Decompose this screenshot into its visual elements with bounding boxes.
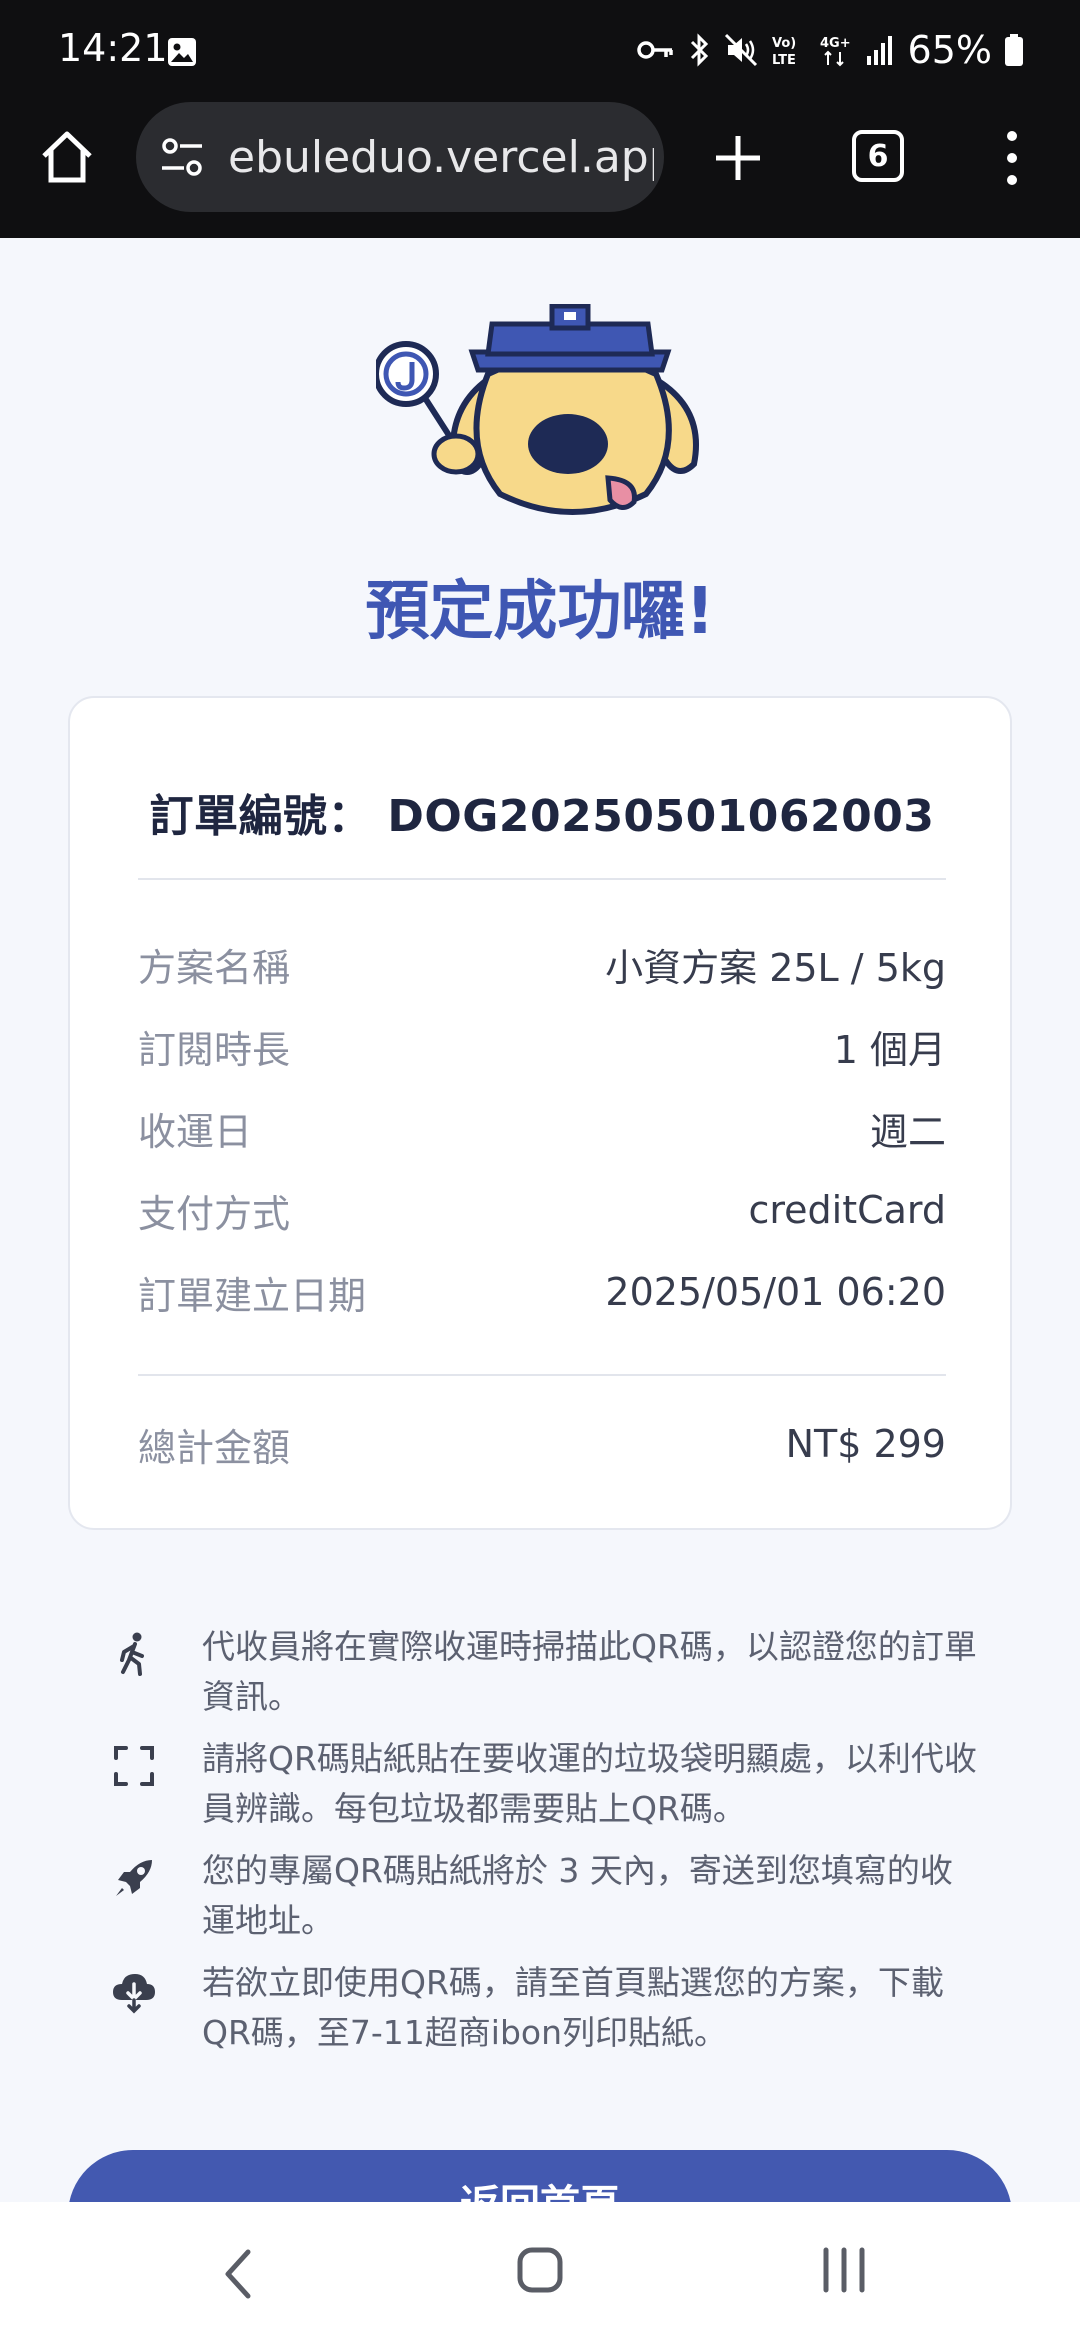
status-time: 14:21 — [58, 26, 168, 70]
detail-label: 收運日 — [138, 1109, 253, 1154]
image-notification-icon — [168, 38, 196, 66]
back-icon[interactable] — [218, 2246, 258, 2302]
order-number-value: DOG20250501062003 — [387, 791, 935, 842]
system-navigation-bar — [0, 2202, 1080, 2340]
info-item: 您的專屬QR碼貼紙將於 3 天內，寄送到您填寫的收運地址。 — [100, 1846, 980, 1946]
scan-frame-icon — [114, 1746, 154, 1786]
detail-value: creditCard — [748, 1188, 946, 1232]
rocket-icon — [116, 1860, 152, 1896]
total-label: 總計金額 — [138, 1425, 291, 1470]
more-menu-icon[interactable] — [1000, 128, 1024, 188]
network-4g-icon: 4G+ — [820, 36, 851, 67]
dog-mascot-logo — [376, 304, 699, 515]
detail-label: 訂單建立日期 — [138, 1273, 367, 1318]
svg-text:LTE: LTE — [772, 53, 796, 68]
detail-row-created-date: 訂單建立日期 2025/05/01 06:20 — [138, 1262, 946, 1322]
battery-percent: 65% — [907, 28, 992, 72]
mute-icon — [724, 33, 757, 67]
detail-row-duration: 訂閱時長 1 個月 — [138, 1016, 946, 1076]
site-settings-icon[interactable] — [158, 134, 208, 180]
signal-icon — [866, 36, 892, 65]
detail-value: 週二 — [869, 1109, 946, 1154]
vpn-key-icon — [636, 41, 673, 59]
detail-row-pickup-day: 收運日 週二 — [138, 1098, 946, 1158]
svg-text:Vo): Vo) — [772, 36, 796, 51]
cloud-download-icon — [113, 1974, 155, 2014]
card-divider — [138, 1374, 946, 1376]
info-item: 請將QR碼貼紙貼在要收運的垃圾袋明顯處，以利代收員辨識。每包垃圾都需要貼上QR碼… — [100, 1734, 980, 1834]
total-row: 總計金額 NT$ 299 — [138, 1414, 946, 1474]
back-to-home-button[interactable]: 返回首頁 — [68, 2150, 1012, 2202]
detail-row-plan: 方案名稱 小資方案 25L / 5kg — [138, 934, 946, 994]
card-divider — [138, 878, 946, 880]
browser-toolbar: ebuleduo.vercel.app 6 — [0, 100, 1080, 238]
home-icon[interactable] — [36, 126, 98, 188]
browser-chrome: 14:21 Vo) LTE 4G+ 65% ebuleduo.vercel.ap… — [0, 0, 1080, 238]
status-icons: Vo) LTE 4G+ 65% — [636, 24, 1024, 76]
home-nav-icon[interactable] — [516, 2246, 564, 2294]
detail-value: 2025/05/01 06:20 — [605, 1270, 946, 1314]
order-number-label: 訂單編號： — [149, 791, 372, 842]
url-text[interactable]: ebuleduo.vercel.app — [228, 132, 654, 183]
web-page: 預定成功囉! 訂單編號： DOG20250501062003 方案名稱 小資方案… — [0, 238, 1080, 2202]
bluetooth-icon — [690, 33, 708, 67]
volte-icon: Vo) LTE — [772, 36, 796, 68]
detail-label: 訂閱時長 — [138, 1027, 291, 1072]
order-summary-card: 訂單編號： DOG20250501062003 方案名稱 小資方案 25L / … — [68, 696, 1012, 1530]
success-title: 預定成功囉! — [365, 575, 715, 649]
total-value: NT$ 299 — [785, 1422, 946, 1466]
status-bar: 14:21 Vo) LTE 4G+ 65% — [0, 0, 1080, 100]
detail-value: 1 個月 — [833, 1027, 946, 1072]
detail-value: 小資方案 25L / 5kg — [605, 945, 946, 990]
info-text: 您的專屬QR碼貼紙將於 3 天內，寄送到您填寫的收運地址。 — [202, 1851, 953, 1940]
recent-apps-icon[interactable] — [818, 2246, 870, 2294]
svg-text:4G+: 4G+ — [820, 36, 851, 51]
new-tab-icon[interactable] — [710, 130, 766, 186]
detail-row-payment: 支付方式 creditCard — [138, 1180, 946, 1240]
address-bar[interactable]: ebuleduo.vercel.app — [136, 102, 664, 212]
info-item: 若欲立即使用QR碼，請至首頁點選您的方案，下載QR碼，至7-11超商ibon列印… — [100, 1958, 980, 2058]
info-text: 若欲立即使用QR碼，請至首頁點選您的方案，下載QR碼，至7-11超商ibon列印… — [202, 1963, 944, 2052]
detail-label: 支付方式 — [138, 1191, 291, 1236]
walking-person-icon — [120, 1632, 144, 1676]
order-number-heading: 訂單編號： DOG20250501062003 — [70, 780, 1014, 844]
info-text: 請將QR碼貼紙貼在要收運的垃圾袋明顯處，以利代收員辨識。每包垃圾都需要貼上QR碼… — [202, 1739, 977, 1828]
detail-label: 方案名稱 — [138, 945, 291, 990]
tab-switcher-button[interactable]: 6 — [852, 130, 904, 182]
info-text: 代收員將在實際收運時掃描此QR碼，以認證您的訂單資訊。 — [202, 1627, 977, 1716]
battery-icon — [1005, 34, 1023, 66]
info-item: 代收員將在實際收運時掃描此QR碼，以認證您的訂單資訊。 — [100, 1622, 980, 1722]
